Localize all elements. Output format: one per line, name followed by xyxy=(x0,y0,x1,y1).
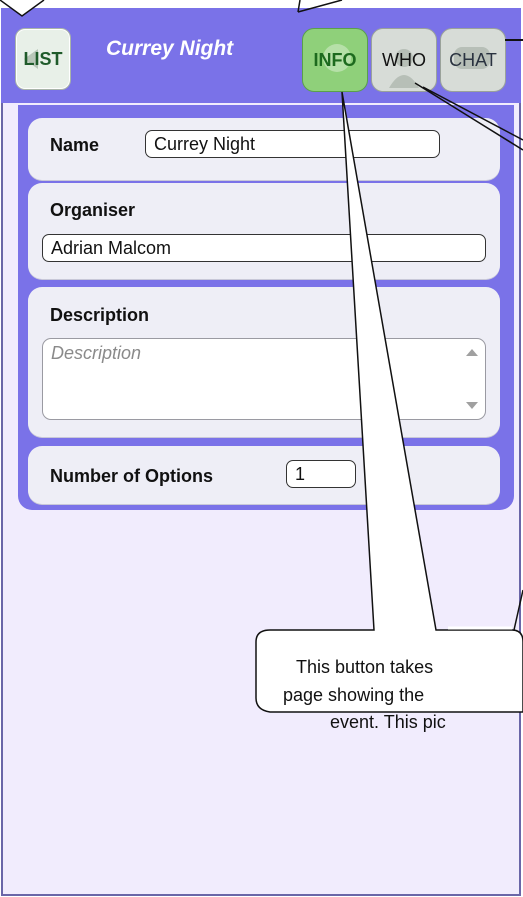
who-bubble-edge xyxy=(513,589,523,631)
callout-line-2: page showing the xyxy=(283,685,425,705)
callout-line-3: event. This pic xyxy=(330,712,446,732)
callout-pointer-center xyxy=(297,0,343,13)
callout-line-1: This button takes xyxy=(296,657,434,677)
callout-lines-who xyxy=(414,82,523,151)
info-speech-bubble xyxy=(255,91,523,713)
callout-pointer-left xyxy=(0,0,45,17)
callout-overlay xyxy=(0,0,523,713)
